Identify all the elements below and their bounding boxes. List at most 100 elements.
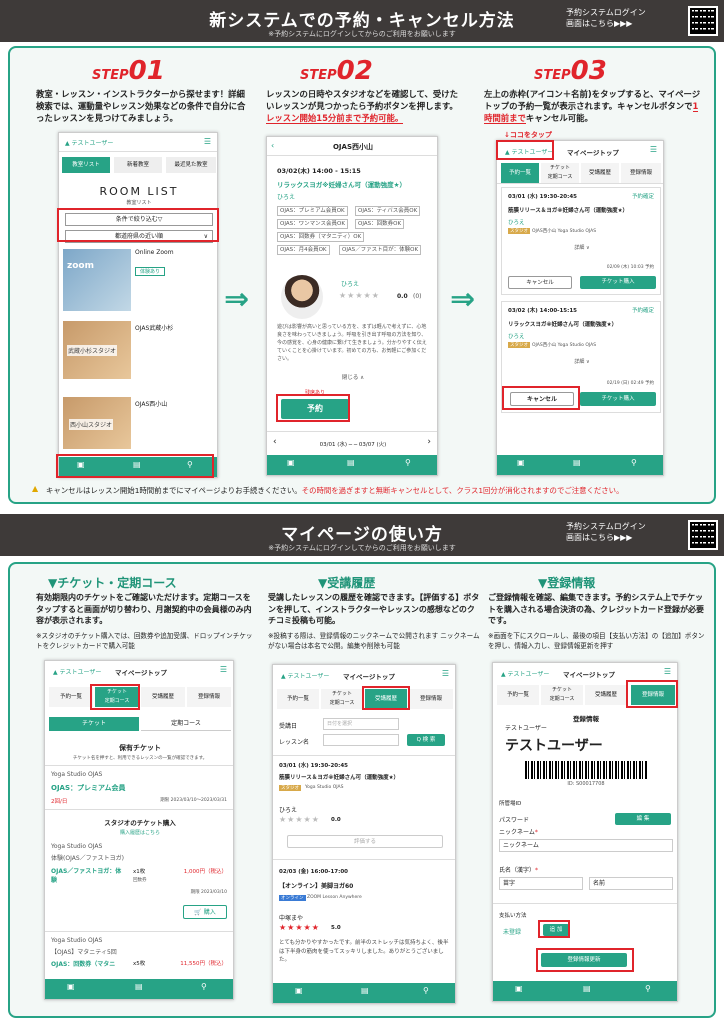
tab-history[interactable]: 受講履歴	[585, 685, 627, 705]
ticket-buy-button[interactable]: チケット購入	[580, 392, 656, 406]
warning-icon: ▲	[32, 484, 39, 493]
rating-count: (0)	[413, 293, 422, 300]
highlight-tickets-tab	[90, 684, 140, 710]
lesson-name[interactable]: リラックスヨガ※妊婦さん可（運動強度★）	[277, 179, 406, 189]
instructor-bio: 遊びは影響が高いと思っている方を、まずは軽んで考えずに、心地良さを味わっていきま…	[277, 324, 427, 362]
musashikosugi-photo[interactable]: 武蔵小杉スタジオ	[63, 321, 131, 379]
home-icon[interactable]: ▣	[517, 458, 525, 467]
zoom-photo[interactable]: zoom	[63, 249, 131, 311]
ticket-name[interactable]: OJAS：回数券（マタニ	[51, 959, 115, 968]
tab-tickets[interactable]: チケット 定期コース	[541, 685, 583, 705]
instructor-icon[interactable]: ⚲	[645, 984, 651, 993]
tab-reservations[interactable]: 予約一覧	[497, 685, 539, 705]
date-input[interactable]: 日付を選択	[323, 718, 399, 730]
instructor-icon[interactable]: ⚲	[423, 986, 429, 995]
tab-history[interactable]: 受講履歴	[581, 163, 619, 183]
next-week-icon[interactable]: ›	[427, 437, 431, 447]
rating-score: 0.0	[397, 293, 408, 300]
step01-desc: 教室・レッスン・インストラクターから探せます！詳細検索では、運動量やレッスン効果…	[36, 89, 246, 123]
instructor-icon[interactable]: ⚲	[405, 458, 411, 467]
history-date: 03/01 (水) 19:30-20:45	[279, 763, 348, 769]
tab-reservations[interactable]: 予約一覧	[49, 687, 93, 707]
nickname-input[interactable]: ニックネーム	[499, 839, 673, 852]
tab-profile[interactable]: 登録情報	[409, 689, 453, 709]
tab-history[interactable]: 受講履歴	[141, 687, 185, 707]
menu-icon[interactable]: ☰	[442, 669, 449, 678]
cancel-button[interactable]: キャンセル	[508, 276, 572, 289]
login-link[interactable]: 予約システムログイン 画面はこちら▶▶▶	[566, 521, 646, 543]
close-toggle[interactable]: 閉じる ∧	[267, 373, 439, 381]
ticket-buy-button[interactable]: チケット購入	[580, 276, 656, 289]
tab-new-rooms[interactable]: 新着教室	[114, 157, 162, 173]
bottom-tabbar: ▣ ▤ ⚲	[497, 455, 663, 475]
tab-profile[interactable]: 登録情報	[187, 687, 231, 707]
studio-name-musashikosugi[interactable]: OJAS武蔵小杉	[135, 323, 173, 332]
reservation-card: 03/01 (水) 19:30-20:45 予約確定 筋膜リリース＆ヨガ※妊婦さ…	[501, 187, 661, 295]
nickname-label: ニックネーム*	[499, 829, 538, 836]
lesson-icon[interactable]: ▤	[583, 984, 591, 993]
tab-room-list[interactable]: 教室リスト	[62, 157, 110, 173]
subtab-tickets[interactable]: チケット	[49, 717, 139, 731]
roomlist-title: ROOM LIST	[99, 185, 179, 198]
qr-code-icon[interactable]	[688, 520, 718, 550]
instructor-icon[interactable]: ⚲	[631, 458, 637, 467]
user-link[interactable]: ▲ テストユーザー	[65, 138, 113, 147]
review-button[interactable]: 評価する	[287, 835, 443, 848]
history-lesson[interactable]: 筋膜リリース＆ヨガ※妊婦さん可（運動強度★）	[279, 773, 399, 781]
ticket-name[interactable]: OJAS／ファストヨガ：体験	[51, 867, 125, 885]
nishikoyama-photo[interactable]: 西小山スタジオ	[63, 397, 131, 449]
history-studio: Yoga Studio OJAS	[305, 785, 344, 790]
first-name-input[interactable]: 名前	[589, 877, 673, 890]
subtab-course[interactable]: 定期コース	[141, 717, 231, 731]
bottom-tabbar: ▣ ▤ ⚲	[273, 983, 455, 1003]
name-label: 氏名（漢字）*	[499, 867, 539, 874]
login-link[interactable]: 予約システムログイン 画面はこちら▶▶▶	[566, 7, 646, 29]
menu-icon[interactable]: ☰	[220, 665, 227, 674]
user-link[interactable]: ▲ テストユーザー	[53, 667, 101, 676]
home-icon[interactable]: ▣	[287, 458, 295, 467]
tab-reservations[interactable]: 予約一覧	[277, 689, 319, 709]
menu-icon[interactable]: ☰	[204, 137, 211, 146]
tab-reservations[interactable]: 予約一覧	[501, 163, 539, 183]
step03-desc: 左上の赤枠(アイコン＋名前)をタップすると、マイページトップの予約一覧が表示され…	[484, 89, 701, 124]
highlight-profile-tab	[626, 680, 678, 708]
instructor-name[interactable]: ひろえ	[277, 192, 295, 201]
mypage-top-title: マイページトップ	[343, 673, 395, 681]
highlight-update-button	[536, 948, 634, 972]
barcode-icon	[525, 761, 647, 779]
tab-tickets[interactable]: チケット 定期コース	[541, 163, 579, 183]
lesson-label: レッスン名	[279, 739, 310, 746]
purchase-history-link[interactable]: 購入履歴はこちら	[45, 829, 235, 836]
lesson-icon[interactable]: ▤	[135, 982, 143, 991]
user-link[interactable]: ▲ テストユーザー	[501, 669, 549, 678]
studio-name-zoom[interactable]: Online Zoom	[135, 249, 174, 256]
home-icon[interactable]: ▣	[295, 986, 303, 995]
lesson-icon[interactable]: ▤	[361, 986, 369, 995]
tab-tickets[interactable]: チケット 定期コース	[321, 689, 363, 709]
home-icon[interactable]: ▣	[515, 984, 523, 993]
home-icon[interactable]: ▣	[67, 982, 75, 991]
lesson-icon[interactable]: ▤	[347, 458, 355, 467]
history-note: ※投稿する際は、登録情報のニックネームで公開されます ニックネームがない場合は本…	[268, 632, 480, 650]
last-name-input[interactable]: 苗字	[499, 877, 583, 890]
tab-recent-rooms[interactable]: 最近見た教室	[166, 157, 216, 173]
lesson-icon[interactable]: ▤	[573, 458, 581, 467]
buy-button[interactable]: 🛒 購入	[183, 905, 227, 919]
menu-icon[interactable]: ☰	[650, 145, 657, 154]
instructor-icon[interactable]: ⚲	[201, 982, 207, 991]
rating-score: 0.0	[331, 817, 341, 823]
lesson-input[interactable]	[323, 734, 399, 746]
rating-stars: ★★★★★	[279, 923, 320, 932]
search-button[interactable]: Q 検 索	[407, 734, 445, 746]
history-lesson[interactable]: 【オンライン】美脚ヨガ60	[279, 881, 353, 890]
highlight-reserve	[276, 394, 350, 422]
qr-code-icon[interactable]	[688, 6, 718, 36]
tab-profile[interactable]: 登録情報	[621, 163, 661, 183]
edit-password-button[interactable]: 編 集	[615, 813, 671, 825]
menu-icon[interactable]: ☰	[664, 667, 671, 676]
ticket-plan[interactable]: OJAS：プレミアム会員	[51, 783, 126, 793]
tag: OJAS：プレミアム会員OK	[277, 206, 348, 216]
user-link[interactable]: ▲ テストユーザー	[281, 671, 329, 680]
studio-name-nishikoyama[interactable]: OJAS西小山	[135, 399, 167, 408]
tickets-note: ※スタジオのチケット購入では、回数券や追加受講、ドロップインチケットをクレジット…	[36, 632, 253, 650]
